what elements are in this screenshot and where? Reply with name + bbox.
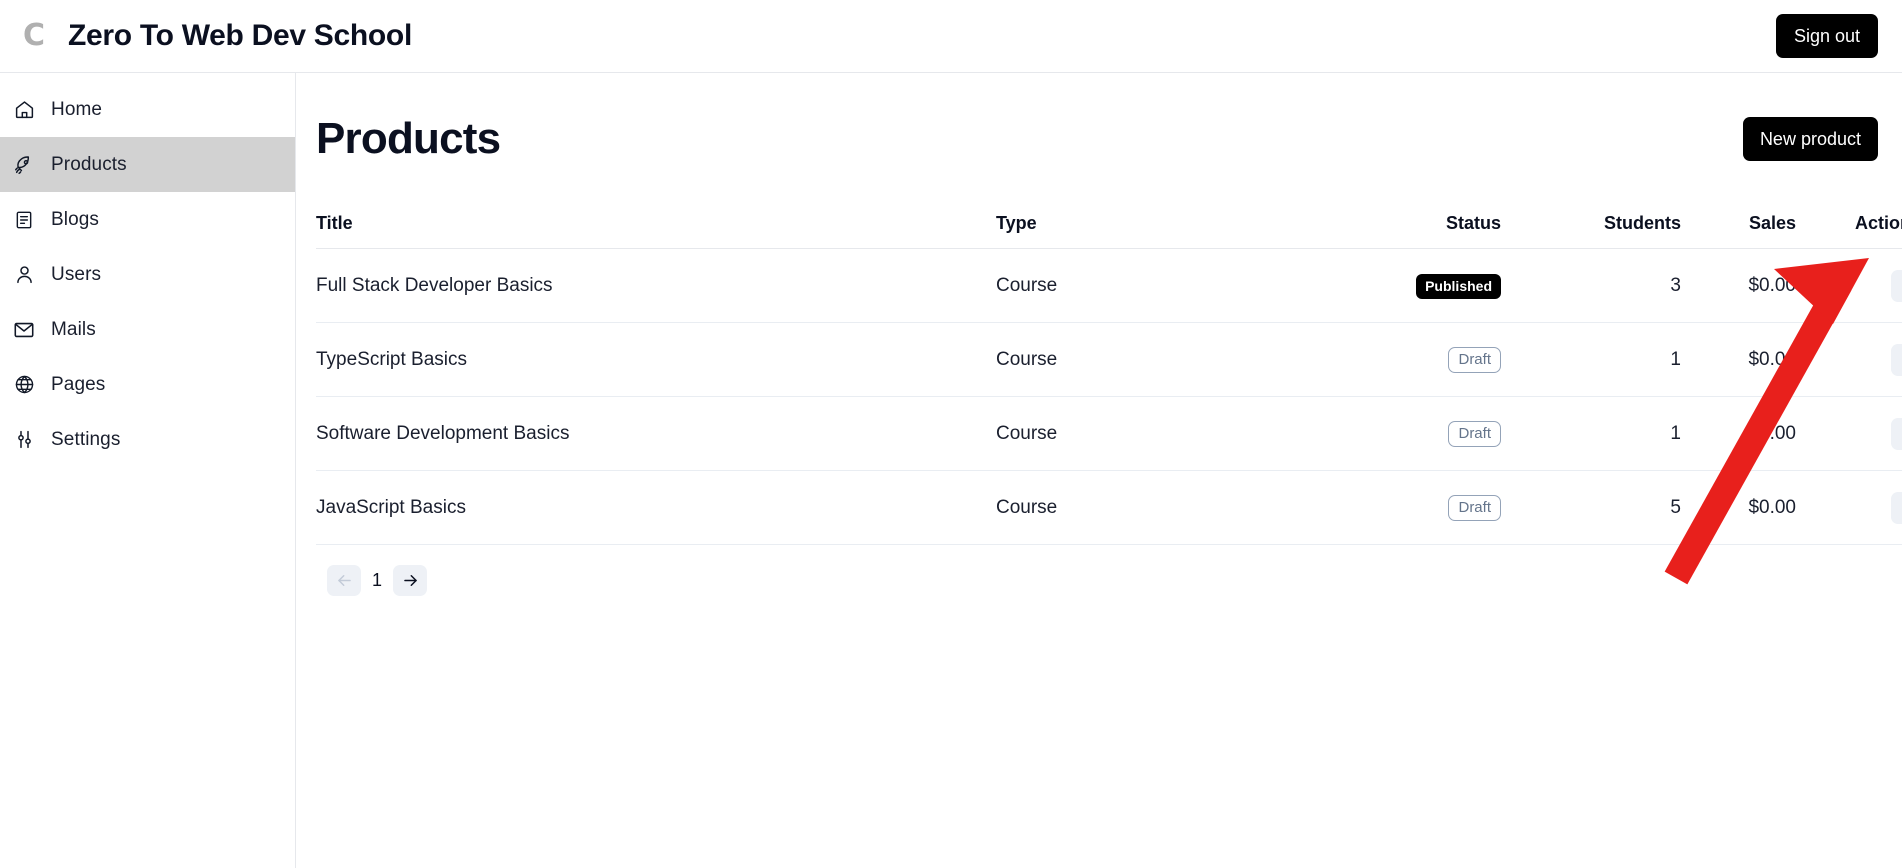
table-row: Full Stack Developer Basics Course Publish… [316,248,1902,323]
cell-title[interactable]: Full Stack Developer Basics [316,248,996,323]
sliders-icon [13,429,35,451]
sidebar-item-products[interactable]: Products [0,137,295,192]
cell-students: 1 [1501,396,1681,471]
cell-actions [1796,248,1902,323]
cell-type: Course [996,248,1316,323]
sidebar-item-label: Products [51,153,127,175]
products-table: Title Type Status Students Sales Actions… [316,213,1902,545]
cell-actions [1796,322,1902,397]
products-table-body: Full Stack Developer Basics Course Publish… [316,248,1902,545]
pagination-prev-button[interactable] [327,565,361,596]
document-icon [13,209,35,231]
cell-students: 5 [1501,470,1681,545]
sidebar-item-label: Home [51,98,103,120]
cell-type: Course [996,322,1316,397]
status-badge: Draft [1448,494,1501,522]
letter-c-logo-icon: C [22,18,46,53]
envelope-icon [13,319,35,341]
cell-students: 3 [1501,248,1681,323]
status-badge: Draft [1448,420,1501,448]
sign-out-button[interactable]: Sign out [1775,14,1878,58]
sidebar-item-label: Pages [51,373,106,395]
page-title: Products [316,114,501,163]
products-table-head: Title Type Status Students Sales Actions [316,213,1902,249]
cell-actions [1796,396,1902,471]
brand[interactable]: C Zero To Web Dev School [18,18,412,54]
column-header-type: Type [996,213,1316,249]
pagination-next-button[interactable] [393,565,428,596]
brand-title: Zero To Web Dev School [68,19,412,52]
cell-type: Course [996,396,1316,471]
cell-sales: $0.00 [1681,322,1796,397]
kebab-menu-icon[interactable] [1891,270,1902,302]
status-badge: Draft [1448,346,1501,374]
sidebar-item-label: Settings [51,428,121,450]
sidebar-item-label: Blogs [51,208,100,230]
cell-title[interactable]: JavaScript Basics [316,470,996,545]
sidebar-navigation: Home Products Blogs Users Mails Pages Se… [0,73,296,868]
cell-status: Draft [1316,396,1501,471]
column-header-students: Students [1501,213,1681,249]
column-header-sales: Sales [1681,213,1796,249]
arrow-right-icon [401,571,420,590]
cell-actions [1796,470,1902,545]
cell-status: Published [1316,248,1501,323]
column-header-actions: Actions [1796,213,1902,249]
cell-type: Course [996,470,1316,545]
table-header-row: Title Type Status Students Sales Actions [316,213,1902,249]
cell-status: Draft [1316,322,1501,397]
admin-dashboard-page: C Zero To Web Dev School Sign out Home P… [0,0,1902,868]
table-row: Software Development Basics Course Draft 1 $… [316,396,1902,471]
page-header: Products New product [316,113,1878,165]
cell-sales: $0.00 [1681,248,1796,323]
cell-sales: $0.00 [1681,470,1796,545]
kebab-menu-icon[interactable] [1891,344,1902,376]
status-badge: Published [1416,273,1501,299]
sidebar-item-blogs[interactable]: Blogs [0,192,295,247]
cell-title[interactable]: Software Development Basics [316,396,996,471]
cell-status: Draft [1316,470,1501,545]
sidebar-item-settings[interactable]: Settings [0,412,295,467]
kebab-menu-icon[interactable] [1891,492,1902,524]
cell-sales: $0.00 [1681,396,1796,471]
sidebar-item-mails[interactable]: Mails [0,302,295,357]
pagination: 1 [316,565,1878,596]
pagination-page-number[interactable]: 1 [369,570,385,591]
sidebar-item-home[interactable]: Home [0,82,295,137]
arrow-left-icon [335,571,354,590]
cell-students: 1 [1501,322,1681,397]
main-content: Products New product Title Type Status S… [297,73,1902,868]
home-icon [13,99,35,121]
table-row: JavaScript Basics Course Draft 5 $0.00 [316,470,1902,545]
column-header-title: Title [316,213,996,249]
top-header-bar: C Zero To Web Dev School Sign out [0,0,1902,73]
globe-icon [13,374,35,396]
cell-title[interactable]: TypeScript Basics [316,322,996,397]
user-icon [13,264,35,286]
table-row: TypeScript Basics Course Draft 1 $0.00 [316,322,1902,397]
sidebar-item-users[interactable]: Users [0,247,295,302]
sidebar-item-label: Mails [51,318,96,340]
column-header-status: Status [1316,213,1501,249]
sidebar-item-label: Users [51,263,102,285]
new-product-button[interactable]: New product [1742,117,1878,161]
products-table-container: Title Type Status Students Sales Actions… [316,213,1902,596]
sidebar-item-pages[interactable]: Pages [0,357,295,412]
rocket-icon [13,154,35,176]
kebab-menu-icon[interactable] [1891,418,1902,450]
